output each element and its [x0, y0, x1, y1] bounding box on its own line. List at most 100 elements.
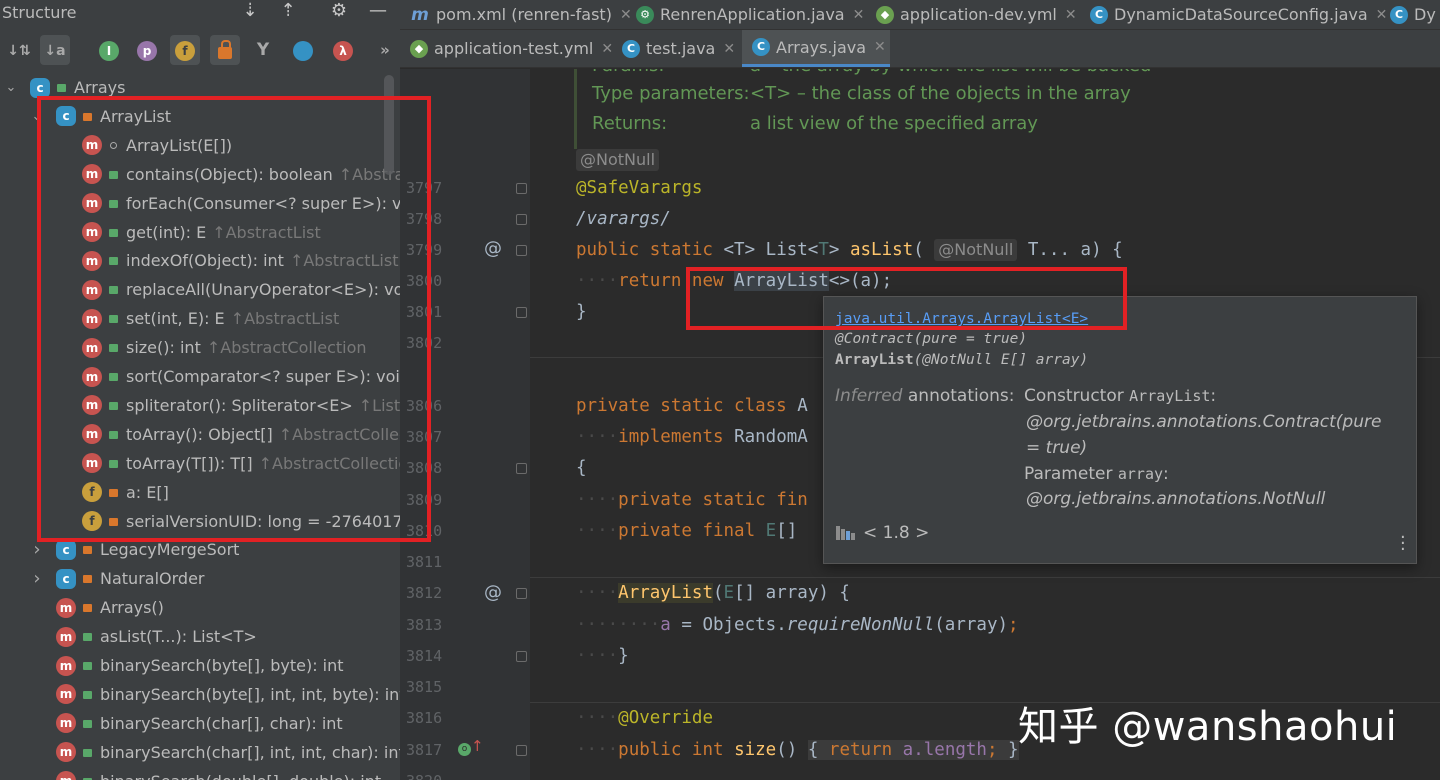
annotation-gutter-icon[interactable]: @	[484, 582, 502, 603]
code-line-3800[interactable]: ····return new ArrayList<>(a);	[576, 268, 892, 294]
public-visibility-icon	[80, 717, 94, 730]
tree-node[interactable]: m spliterator(): Spliterator<E> ↑List	[82, 391, 400, 420]
fold-marker-icon[interactable]	[516, 588, 527, 599]
tree-node[interactable]: m replaceAll(UnaryOperator<E>): void	[82, 275, 400, 304]
fold-marker-icon[interactable]	[516, 463, 527, 474]
collapsed-arrow-icon[interactable]: ›	[30, 568, 44, 589]
code-line-3810[interactable]: ····private final E[]	[576, 518, 797, 544]
more-icon[interactable]: »	[370, 35, 400, 65]
editor-tab[interactable]: ◆ application-test.yml ✕	[400, 30, 613, 67]
editor-tab[interactable]: ⚙ RenrenApplication.java ✕	[626, 0, 864, 29]
code-line-3812[interactable]: ····ArrayList(E[] array) {	[576, 580, 850, 606]
expand-all-icon[interactable]: ⇣	[238, 0, 262, 24]
fold-marker-icon[interactable]	[516, 651, 527, 662]
fold-marker-icon[interactable]	[516, 745, 527, 756]
tree-node[interactable]: › c NaturalOrder	[33, 564, 204, 593]
public-visibility-icon	[106, 197, 120, 210]
collapse-all-icon[interactable]: ⇡	[276, 0, 300, 24]
show-inherited-icon[interactable]: I	[94, 35, 124, 65]
fold-marker-icon[interactable]	[516, 183, 527, 194]
structure-scrollbar[interactable]	[384, 75, 394, 175]
code-line-3798[interactable]: /varargs/	[576, 206, 671, 232]
method-icon: m	[56, 684, 76, 705]
editor-tab[interactable]: C Arrays.java ✕	[742, 30, 890, 67]
editor-tab[interactable]: C DynamicDataSourceConfig.java ✕	[1080, 0, 1387, 29]
expanded-arrow-icon[interactable]: ⌄	[4, 80, 18, 95]
show-anonymous-icon[interactable]: Y	[248, 35, 278, 65]
sort-alphabetically-icon[interactable]: ↓a	[40, 35, 70, 65]
annotation-gutter-icon[interactable]: @	[484, 238, 502, 259]
code-line-3808[interactable]: {	[576, 455, 587, 481]
tree-node-label: toArray(T[]): T[]	[126, 453, 253, 473]
tree-node[interactable]: m size(): int ↑AbstractCollection	[82, 333, 367, 362]
show-properties-icon[interactable]: p	[132, 35, 162, 65]
arraylist-reference[interactable]: ArrayList	[734, 271, 829, 291]
tree-node[interactable]: m binarySearch(byte[], byte): int	[56, 651, 344, 680]
gear-icon[interactable]: ⚙	[327, 0, 351, 24]
editor-tab[interactable]: m pom.xml (renren-fast) ✕	[400, 0, 632, 29]
collapsed-arrow-icon[interactable]: ›	[30, 539, 44, 560]
param-notnull-inlay-hint: @NotNull	[934, 239, 1018, 261]
minimize-icon[interactable]: —	[366, 0, 390, 24]
code-line-3816[interactable]: ····@Override	[576, 705, 713, 731]
sort-by-visibility-icon[interactable]: ↓⇅	[4, 35, 34, 65]
override-gutter-icon[interactable]: o ↑	[458, 737, 484, 756]
tree-node[interactable]: m toArray(T[]): T[]↑AbstractCollection	[82, 449, 400, 478]
code-line-3809[interactable]: ····private static fin	[576, 487, 808, 513]
tree-node[interactable]: m toArray(): Object[]↑AbstractCollecti	[82, 420, 400, 449]
tab-close-icon[interactable]: ✕	[723, 41, 735, 57]
tab-close-icon[interactable]: ✕	[853, 7, 865, 23]
tree-node[interactable]: mcontains(Object): boolean↑Abstrac	[82, 160, 400, 189]
popup-contract-line: @Contract(pure = true)	[835, 331, 1028, 347]
javadoc-label: Returns:	[592, 113, 668, 134]
code-token: E	[765, 521, 777, 541]
tree-node[interactable]: m asList(T...): List<T>	[56, 622, 257, 651]
code-line-3797[interactable]: @SafeVarargs	[576, 175, 702, 201]
show-fields-icon[interactable]: f	[170, 35, 200, 65]
show-non-public-icon[interactable]	[210, 35, 240, 65]
tree-node[interactable]: m set(int, E): E ↑AbstractList	[82, 304, 339, 333]
tree-node[interactable]: m forEach(Consumer<? super E>): void	[82, 189, 400, 218]
code-line-3801[interactable]: }	[576, 299, 587, 325]
tree-node[interactable]: › c LegacyMergeSort	[33, 535, 239, 564]
tree-node[interactable]: ⌄ c Arrays	[6, 73, 125, 102]
code-line-3814[interactable]: ····}	[576, 643, 629, 669]
code-line-3799[interactable]: public static <T> List<T> asList( @NotNu…	[576, 237, 1123, 263]
tree-node[interactable]: m indexOf(Object): int ↑AbstractList	[82, 246, 398, 275]
editor-tab[interactable]: C Dy	[1380, 0, 1436, 29]
code-line-3806[interactable]: private static class A	[576, 393, 808, 419]
code-token: return	[618, 271, 692, 291]
tree-node[interactable]: m Arrays()	[56, 593, 164, 622]
tree-node[interactable]: m ArrayList(E[])	[82, 131, 232, 160]
ctor-name: ArrayList	[1129, 387, 1211, 405]
expanded-arrow-icon[interactable]: ⌄	[30, 109, 44, 124]
code-token: {	[807, 740, 829, 760]
tree-node[interactable]: m binarySearch(char[], int, int, char): i…	[56, 738, 400, 767]
tree-node[interactable]: f a: E[]	[82, 478, 169, 507]
popup-class-link[interactable]: java.util.Arrays.ArrayList<E>	[835, 311, 1088, 327]
tab-close-icon[interactable]: ✕	[874, 39, 886, 55]
code-line-3807[interactable]: ····implements RandomA	[576, 424, 808, 450]
code-token: private final	[618, 521, 766, 541]
editor-tab[interactable]: Ctest.java ✕	[612, 30, 735, 67]
tree-node[interactable]: m binarySearch(double[], double): int	[56, 767, 381, 780]
tree-node[interactable]: m get(int): E ↑AbstractList	[82, 218, 321, 247]
show-lambdas-icon[interactable]: ●	[288, 35, 318, 65]
fold-marker-icon[interactable]	[516, 307, 527, 318]
code-line-3813[interactable]: ········a = Objects.requireNonNull(array…	[576, 612, 1019, 638]
tree-node[interactable]: ⌄ c ArrayList	[32, 102, 171, 131]
fold-marker-icon[interactable]	[516, 245, 527, 256]
lambda-icon[interactable]: λ	[328, 35, 358, 65]
code-line-3817[interactable]: ····public int size() { return a.length;…	[576, 737, 1019, 763]
tree-node[interactable]: m binarySearch(char[], char): int	[56, 709, 343, 738]
constructor-name: ArrayList	[618, 583, 713, 603]
tree-node[interactable]: f serialVersionUID: long = -27640174	[82, 507, 400, 536]
fold-marker-icon[interactable]	[516, 214, 527, 225]
tree-node[interactable]: m binarySearch(byte[], int, int, byte): i…	[56, 680, 400, 709]
method-icon: m	[56, 597, 76, 618]
popup-jdk-line[interactable]: < 1.8 >	[835, 523, 929, 543]
tree-node[interactable]: m sort(Comparator<? super E>): void	[82, 362, 400, 391]
tab-close-icon[interactable]: ✕	[1065, 7, 1077, 23]
editor-tab[interactable]: ◆ application-dev.yml ✕	[866, 0, 1077, 29]
more-options-icon[interactable]: · · ·	[1400, 529, 1406, 559]
